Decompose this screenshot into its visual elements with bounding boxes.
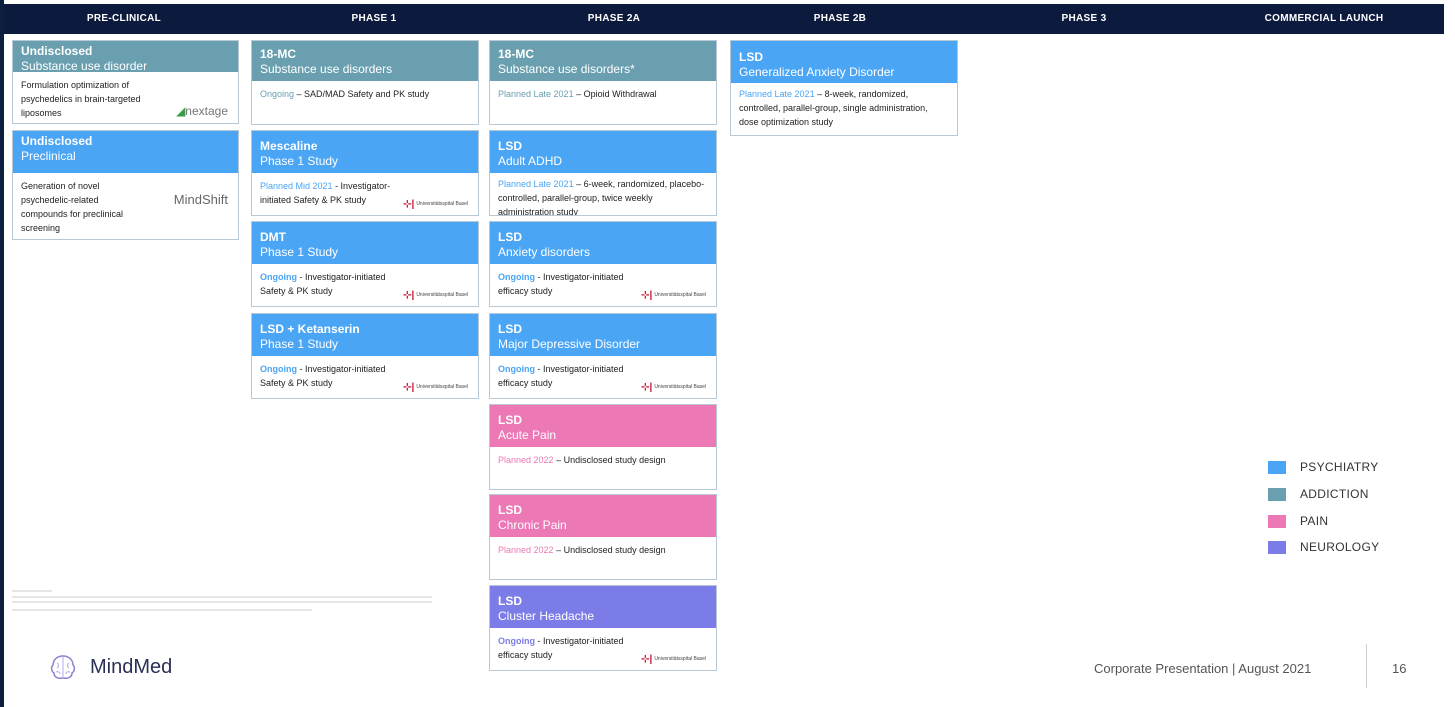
legend-pain: PAIN <box>1268 514 1328 528</box>
footer-divider <box>1366 644 1367 688</box>
program-description: Generation of novel psychedelic-related … <box>21 181 124 233</box>
program-name: LSD <box>498 503 522 517</box>
study-description: – Undisclosed study design <box>553 545 666 555</box>
status-label: Ongoing <box>498 636 535 646</box>
card-lsd-chronic-pain: LSD Chronic Pain Planned 2022 – Undisclo… <box>489 494 717 580</box>
status-label: Ongoing <box>260 272 297 282</box>
status-label: Planned Mid 2021 <box>260 181 333 191</box>
program-indication: Preclinical <box>21 149 76 163</box>
footnote-text <box>12 590 452 611</box>
presentation-title: Corporate Presentation | August 2021 <box>1094 661 1312 676</box>
phase-2b: PHASE 2B <box>813 13 867 24</box>
card-mescaline-phase1: Mescaline Phase 1 Study Planned Mid 2021… <box>251 130 479 216</box>
status-label: Planned Late 2021 <box>498 179 574 189</box>
program-indication: Chronic Pain <box>498 518 567 532</box>
phase-preclinical: PRE-CLINICAL <box>86 13 162 24</box>
legend-label: NEUROLOGY <box>1300 540 1380 554</box>
study-description: – Undisclosed study design <box>553 455 666 465</box>
basel-hospital-logo: ⊹| Universitätsspital Basel <box>403 199 468 210</box>
program-name: DMT <box>260 230 286 244</box>
legend-label: PAIN <box>1300 514 1329 528</box>
program-indication: Major Depressive Disorder <box>498 337 641 351</box>
program-description: Formulation optimization of psychedelics… <box>21 80 141 118</box>
basel-hospital-logo: ⊹| Universitätsspital Basel <box>641 290 706 301</box>
left-accent-bar <box>0 0 4 707</box>
phase-1: PHASE 1 <box>351 13 397 24</box>
program-name: Mescaline <box>260 139 318 153</box>
legend-label: ADDICTION <box>1300 487 1369 501</box>
legend-label: PSYCHIATRY <box>1300 460 1379 474</box>
card-undisclosed-sud: Undisclosed Substance use disorder Formu… <box>12 40 239 124</box>
program-name: LSD <box>498 413 522 427</box>
card-undisclosed-preclinical: Undisclosed Preclinical Generation of no… <box>12 130 239 240</box>
program-indication: Substance use disorders* <box>498 62 635 76</box>
status-label: Ongoing <box>260 364 297 374</box>
status-label: Ongoing <box>498 272 535 282</box>
program-indication: Generalized Anxiety Disorder <box>739 65 895 79</box>
program-name: Undisclosed <box>21 134 93 148</box>
study-description: – Opioid Withdrawal <box>573 89 657 99</box>
basel-hospital-logo: ⊹| Universitätsspital Basel <box>641 654 706 665</box>
program-name: LSD <box>739 50 763 64</box>
program-indication: Phase 1 Study <box>260 245 339 259</box>
legend-neurology: NEUROLOGY <box>1268 540 1379 554</box>
phase-header-bar: PRE-CLINICAL PHASE 1 PHASE 2A PHASE 2B P… <box>4 4 1444 34</box>
program-name: 18-MC <box>498 47 535 61</box>
status-label: Planned 2022 <box>498 455 554 465</box>
basel-hospital-logo: ⊹| Universitätsspital Basel <box>403 382 468 393</box>
status-label: Ongoing <box>498 364 535 374</box>
legend-swatch <box>1268 540 1286 554</box>
program-name: LSD + Ketanserin <box>260 322 360 336</box>
phase-3: PHASE 3 <box>1061 13 1107 24</box>
study-description: – SAD/MAD Safety and PK study <box>294 89 430 99</box>
program-indication: Acute Pain <box>498 428 557 442</box>
legend-addiction: ADDICTION <box>1268 487 1369 501</box>
page-number: 16 <box>1392 661 1407 676</box>
card-lsd-adhd: LSD Adult ADHD Planned Late 2021 – 6-wee… <box>489 130 717 216</box>
program-indication: Phase 1 Study <box>260 154 339 168</box>
program-indication: Substance use disorder <box>21 59 148 73</box>
program-indication: Anxiety disorders <box>498 245 591 259</box>
basel-hospital-logo: ⊹| Universitätsspital Basel <box>403 290 468 301</box>
program-name: LSD <box>498 139 522 153</box>
program-name: 18-MC <box>260 47 297 61</box>
program-name: Undisclosed <box>21 44 93 58</box>
basel-hospital-logo: ⊹| Universitätsspital Basel <box>641 382 706 393</box>
status-label: Ongoing <box>260 89 295 99</box>
card-18mc-phase1: 18-MC Substance use disorders Ongoing – … <box>251 40 479 125</box>
phase-2a: PHASE 2A <box>587 13 641 24</box>
legend-psychiatry: PSYCHIATRY <box>1268 460 1379 474</box>
status-label: Planned Late 2021 <box>739 89 815 99</box>
legend-swatch <box>1268 460 1286 474</box>
nextage-logo: ◢nextage <box>176 104 228 118</box>
program-indication: Phase 1 Study <box>260 337 339 351</box>
card-lsd-acute-pain: LSD Acute Pain Planned 2022 – Undisclose… <box>489 404 717 490</box>
card-lsd-mdd: LSD Major Depressive Disorder Ongoing - … <box>489 313 717 399</box>
program-name: LSD <box>498 594 522 608</box>
legend-swatch <box>1268 514 1286 528</box>
program-name: LSD <box>498 322 522 336</box>
program-indication: Adult ADHD <box>498 154 563 168</box>
phase-commercial-launch: COMMERCIAL LAUNCH <box>1264 13 1384 24</box>
program-indication: Cluster Headache <box>498 609 595 623</box>
card-lsd-anxiety: LSD Anxiety disorders Ongoing - Investig… <box>489 221 717 307</box>
card-18mc-phase2a: 18-MC Substance use disorders* Planned L… <box>489 40 717 125</box>
program-indication: Substance use disorders <box>260 62 393 76</box>
mindshift-logo: MindShift <box>173 192 228 207</box>
status-label: Planned Late 2021 <box>498 89 574 99</box>
card-lsd-gad: LSD Generalized Anxiety Disorder Planned… <box>730 40 958 136</box>
brain-icon <box>50 655 76 679</box>
card-lsd-cluster-headache: LSD Cluster Headache Ongoing - Investiga… <box>489 585 717 671</box>
legend-swatch <box>1268 487 1286 501</box>
status-label: Planned 2022 <box>498 545 554 555</box>
brand-name: MindMed <box>90 655 173 678</box>
program-name: LSD <box>498 230 522 244</box>
card-lsd-ketanserin-phase1: LSD + Ketanserin Phase 1 Study Ongoing -… <box>251 313 479 399</box>
mindmed-brand: MindMed <box>48 652 172 682</box>
card-dmt-phase1: DMT Phase 1 Study Ongoing - Investigator… <box>251 221 479 307</box>
